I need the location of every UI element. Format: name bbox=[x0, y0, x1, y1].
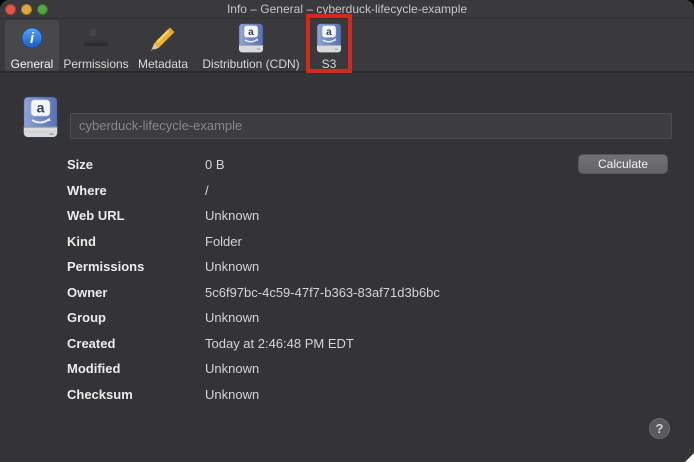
info-row: Where / bbox=[67, 178, 567, 204]
s3-bucket-icon: a bbox=[23, 95, 58, 144]
tab-label: Permissions bbox=[63, 57, 128, 71]
row-label: Size bbox=[67, 157, 205, 172]
s3-drive-icon: a bbox=[238, 20, 264, 57]
row-label: Modified bbox=[67, 361, 205, 376]
row-label: Where bbox=[67, 183, 205, 198]
window-title: Info – General – cyberduck-lifecycle-exa… bbox=[0, 0, 694, 19]
row-value: 5c6f97bc-4c59-47f7-b363-83af71d3b6bc bbox=[205, 285, 440, 300]
tab-general[interactable]: i General bbox=[5, 20, 59, 71]
title-bar: Info – General – cyberduck-lifecycle-exa… bbox=[0, 0, 694, 19]
bucket-name-field[interactable]: cyberduck-lifecycle-example bbox=[70, 113, 672, 139]
tab-label: S3 bbox=[322, 57, 337, 71]
row-label: Kind bbox=[67, 234, 205, 249]
row-label: Group bbox=[67, 310, 205, 325]
info-row: Checksum Unknown bbox=[67, 382, 567, 408]
row-value: Unknown bbox=[205, 310, 259, 325]
row-label: Permissions bbox=[67, 259, 205, 274]
tab-label: General bbox=[11, 57, 54, 71]
tab-metadata[interactable]: Metadata bbox=[135, 20, 191, 71]
info-rows: Size 0 B Where / Web URL Unknown Kind Fo… bbox=[67, 152, 567, 407]
row-value: Today at 2:46:48 PM EDT bbox=[205, 336, 354, 351]
info-icon: i bbox=[21, 20, 43, 57]
toolbar: i General Permissions bbox=[0, 19, 694, 73]
row-value: Unknown bbox=[205, 361, 259, 376]
row-value: Folder bbox=[205, 234, 242, 249]
row-value: Unknown bbox=[205, 387, 259, 402]
row-label: Web URL bbox=[67, 208, 205, 223]
tab-label: Metadata bbox=[138, 57, 188, 71]
s3-drive-icon: a bbox=[316, 20, 342, 57]
info-row: Web URL Unknown bbox=[67, 203, 567, 229]
info-row: Size 0 B bbox=[67, 152, 567, 178]
calculate-button[interactable]: Calculate bbox=[578, 154, 668, 174]
row-value: 0 B bbox=[205, 157, 225, 172]
tab-permissions[interactable]: Permissions bbox=[63, 20, 129, 71]
help-button[interactable]: ? bbox=[649, 418, 670, 439]
info-row: Modified Unknown bbox=[67, 356, 567, 382]
svg-text:a: a bbox=[326, 27, 332, 38]
info-row: Kind Folder bbox=[67, 229, 567, 255]
info-row: Group Unknown bbox=[67, 305, 567, 331]
tab-label: Distribution (CDN) bbox=[202, 57, 299, 71]
tab-distribution-cdn[interactable]: a Distribution (CDN) bbox=[197, 20, 305, 71]
pencil-icon bbox=[148, 20, 178, 57]
info-row: Owner 5c6f97bc-4c59-47f7-b363-83af71d3b6… bbox=[67, 280, 567, 306]
screen-corner-artifact bbox=[685, 453, 694, 462]
row-value: Unknown bbox=[205, 259, 259, 274]
general-panel: a cyberduck-lifecycle-example Size 0 B W… bbox=[0, 75, 694, 462]
people-icon bbox=[81, 20, 111, 57]
info-row: Permissions Unknown bbox=[67, 254, 567, 280]
svg-text:a: a bbox=[37, 100, 45, 116]
tab-s3[interactable]: a S3 bbox=[308, 20, 350, 71]
row-label: Checksum bbox=[67, 387, 205, 402]
row-label: Created bbox=[67, 336, 205, 351]
info-row: Created Today at 2:46:48 PM EDT bbox=[67, 331, 567, 357]
row-label: Owner bbox=[67, 285, 205, 300]
info-window: Info – General – cyberduck-lifecycle-exa… bbox=[0, 0, 694, 462]
row-value: Unknown bbox=[205, 208, 259, 223]
svg-text:a: a bbox=[248, 27, 254, 38]
row-value: / bbox=[205, 183, 209, 198]
